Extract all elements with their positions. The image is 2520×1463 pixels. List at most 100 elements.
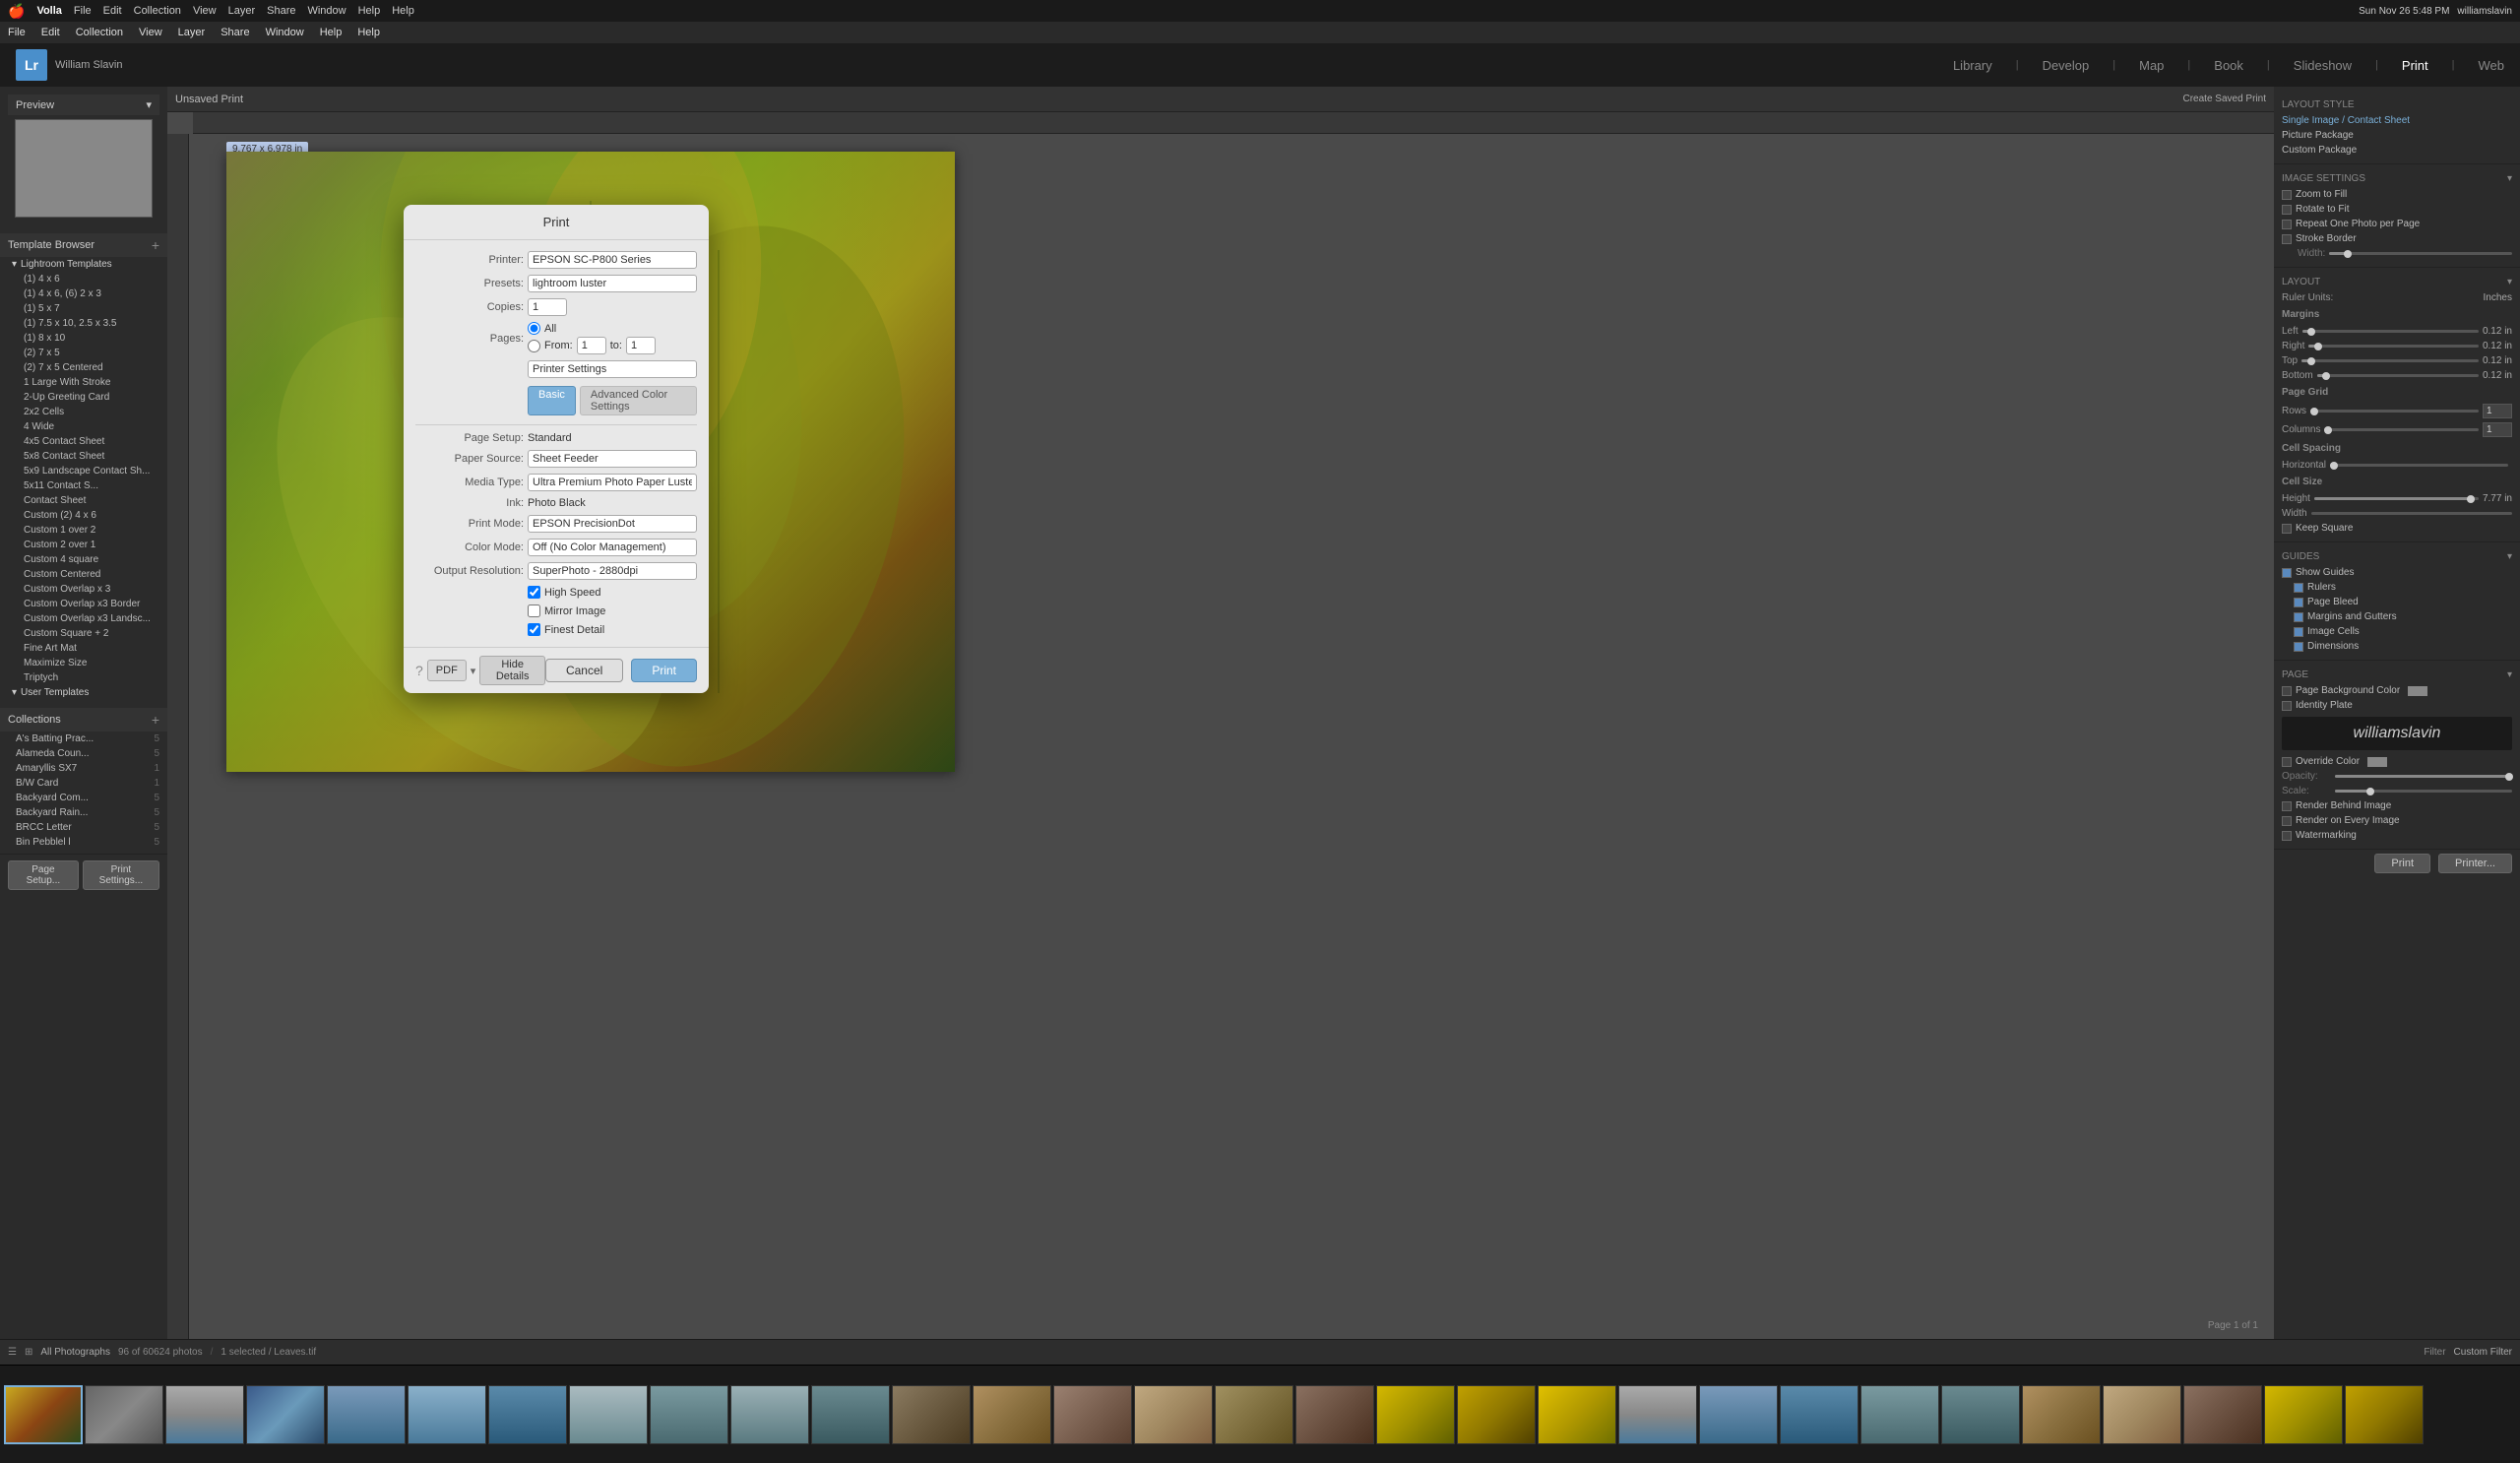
filmstrip-item-13[interactable] [973, 1385, 1051, 1444]
filmstrip-item-18[interactable] [1376, 1385, 1455, 1444]
template-1-large-stroke[interactable]: 1 Large With Stroke [0, 375, 167, 390]
menu-file[interactable]: File [74, 5, 92, 17]
lightroom-templates-folder[interactable]: ▾ Lightroom Templates [0, 257, 167, 272]
override-color-swatch[interactable] [2367, 757, 2387, 767]
pdf-button[interactable]: PDF [427, 660, 467, 681]
scale-slider[interactable] [2335, 790, 2512, 793]
filmstrip-item-1[interactable] [4, 1385, 83, 1444]
lr-menu-help1[interactable]: Help [320, 27, 343, 38]
print-button[interactable]: Print [631, 659, 697, 682]
template-custom-overlap-3[interactable]: Custom Overlap x 3 [0, 582, 167, 597]
pages-to-input[interactable] [626, 337, 656, 354]
pages-all-label[interactable]: All [528, 322, 556, 335]
render-on-every-checkbox[interactable] [2282, 816, 2292, 826]
watermarking-checkbox[interactable] [2282, 831, 2292, 841]
nav-map[interactable]: Map [2139, 58, 2164, 73]
mirror-image-checkbox-label[interactable]: Mirror Image [528, 604, 605, 617]
template-4-wide[interactable]: 4 Wide [0, 419, 167, 434]
lr-menu-view[interactable]: View [139, 27, 162, 38]
lr-menu-layer[interactable]: Layer [178, 27, 206, 38]
rows-slider[interactable] [2310, 410, 2479, 413]
single-image-option[interactable]: Single Image / Contact Sheet [2274, 113, 2520, 128]
filmstrip-item-7[interactable] [488, 1385, 567, 1444]
paper-source-select[interactable]: Sheet Feeder [528, 450, 697, 468]
template-5x9-landscape[interactable]: 5x9 Landscape Contact Sh... [0, 464, 167, 478]
stroke-width-thumb[interactable] [2344, 250, 2352, 258]
color-mode-select[interactable]: Off (No Color Management) [528, 539, 697, 556]
lr-menu-help2[interactable]: Help [357, 27, 380, 38]
help-icon[interactable]: ? [415, 663, 423, 678]
lr-menu-collection[interactable]: Collection [76, 27, 123, 38]
pages-range-radio[interactable] [528, 340, 540, 352]
template-5x11-contact[interactable]: 5x11 Contact S... [0, 478, 167, 493]
render-behind-checkbox[interactable] [2282, 801, 2292, 811]
mirror-image-checkbox[interactable] [528, 604, 540, 617]
create-saved-print-button[interactable]: Create Saved Print [2183, 94, 2267, 104]
collection-6[interactable]: Backyard Rain... 5 [0, 805, 167, 820]
picture-package-option[interactable]: Picture Package [2274, 128, 2520, 143]
preview-header[interactable]: Preview ▾ [8, 95, 159, 115]
stroke-width-slider[interactable] [2329, 252, 2512, 255]
nav-book[interactable]: Book [2214, 58, 2243, 73]
nav-print[interactable]: Print [2402, 58, 2428, 73]
finest-detail-checkbox[interactable] [528, 623, 540, 636]
nav-develop[interactable]: Develop [2043, 58, 2090, 73]
menu-help1[interactable]: Help [358, 5, 381, 17]
filmstrip-item-22[interactable] [1699, 1385, 1778, 1444]
finest-detail-checkbox-label[interactable]: Finest Detail [528, 623, 604, 636]
template-fine-art-mat[interactable]: Fine Art Mat [0, 641, 167, 656]
tab-advanced-color[interactable]: Advanced Color Settings [580, 386, 697, 415]
pages-range-label[interactable]: From: [528, 340, 573, 352]
high-speed-checkbox[interactable] [528, 586, 540, 599]
printer-select[interactable]: EPSON SC-P800 Series [528, 251, 697, 269]
columns-slider[interactable] [2324, 428, 2479, 431]
collection-8[interactable]: Bin Pebblel l 5 [0, 835, 167, 850]
output-resolution-select[interactable]: SuperPhoto - 2880dpi [528, 562, 697, 580]
template-custom-centered[interactable]: Custom Centered [0, 567, 167, 582]
rulers-checkbox[interactable] [2294, 583, 2303, 593]
bottom-margin-slider[interactable] [2317, 374, 2479, 377]
filmstrip-item-17[interactable] [1295, 1385, 1374, 1444]
filmstrip-item-8[interactable] [569, 1385, 648, 1444]
filmstrip-item-30[interactable] [2345, 1385, 2424, 1444]
dimensions-checkbox[interactable] [2294, 642, 2303, 652]
template-2x2-cells[interactable]: 2x2 Cells [0, 405, 167, 419]
user-templates-folder[interactable]: ▾ User Templates [0, 685, 167, 700]
filmstrip-item-12[interactable] [892, 1385, 971, 1444]
template-contact-sheet[interactable]: Contact Sheet [0, 493, 167, 508]
lr-menu-file[interactable]: File [8, 27, 26, 38]
margins-gutters-checkbox[interactable] [2294, 612, 2303, 622]
rotate-to-fit-checkbox[interactable] [2282, 205, 2292, 215]
collection-5[interactable]: Backyard Com... 5 [0, 791, 167, 805]
copies-input[interactable] [528, 298, 567, 316]
menu-view[interactable]: View [193, 5, 217, 17]
left-margin-slider[interactable] [2302, 330, 2479, 333]
page-setup-button[interactable]: Page Setup... [8, 860, 79, 890]
override-color-checkbox[interactable] [2282, 757, 2292, 767]
filmstrip-item-23[interactable] [1780, 1385, 1858, 1444]
menu-window[interactable]: Window [307, 5, 346, 17]
filmstrip-item-20[interactable] [1538, 1385, 1616, 1444]
print-mode-select[interactable]: EPSON PrecisionDot [528, 515, 697, 533]
pdf-dropdown-icon[interactable]: ▾ [471, 665, 476, 677]
filmstrip-item-25[interactable] [1941, 1385, 2020, 1444]
filmstrip-item-4[interactable] [246, 1385, 325, 1444]
filmstrip-icon[interactable]: ☰ [8, 1347, 17, 1358]
lr-menu-edit[interactable]: Edit [41, 27, 60, 38]
filmstrip-item-2[interactable] [85, 1385, 163, 1444]
template-custom-4-square[interactable]: Custom 4 square [0, 552, 167, 567]
right-margin-slider[interactable] [2308, 345, 2479, 348]
template-triptych[interactable]: Triptych [0, 670, 167, 685]
collection-2[interactable]: Alameda Coun... 5 [0, 746, 167, 761]
filmstrip-item-19[interactable] [1457, 1385, 1536, 1444]
rows-input[interactable] [2483, 404, 2512, 418]
template-4x6[interactable]: (1) 4 x 6 [0, 272, 167, 286]
app-name[interactable]: Volla [36, 5, 61, 17]
filmstrip-item-10[interactable] [730, 1385, 809, 1444]
filmstrip-item-6[interactable] [408, 1385, 486, 1444]
nav-slideshow[interactable]: Slideshow [2294, 58, 2352, 73]
collection-3[interactable]: Amaryllis SX7 1 [0, 761, 167, 776]
filmstrip-item-9[interactable] [650, 1385, 728, 1444]
pages-all-radio[interactable] [528, 322, 540, 335]
hide-details-button[interactable]: Hide Details [479, 656, 545, 685]
